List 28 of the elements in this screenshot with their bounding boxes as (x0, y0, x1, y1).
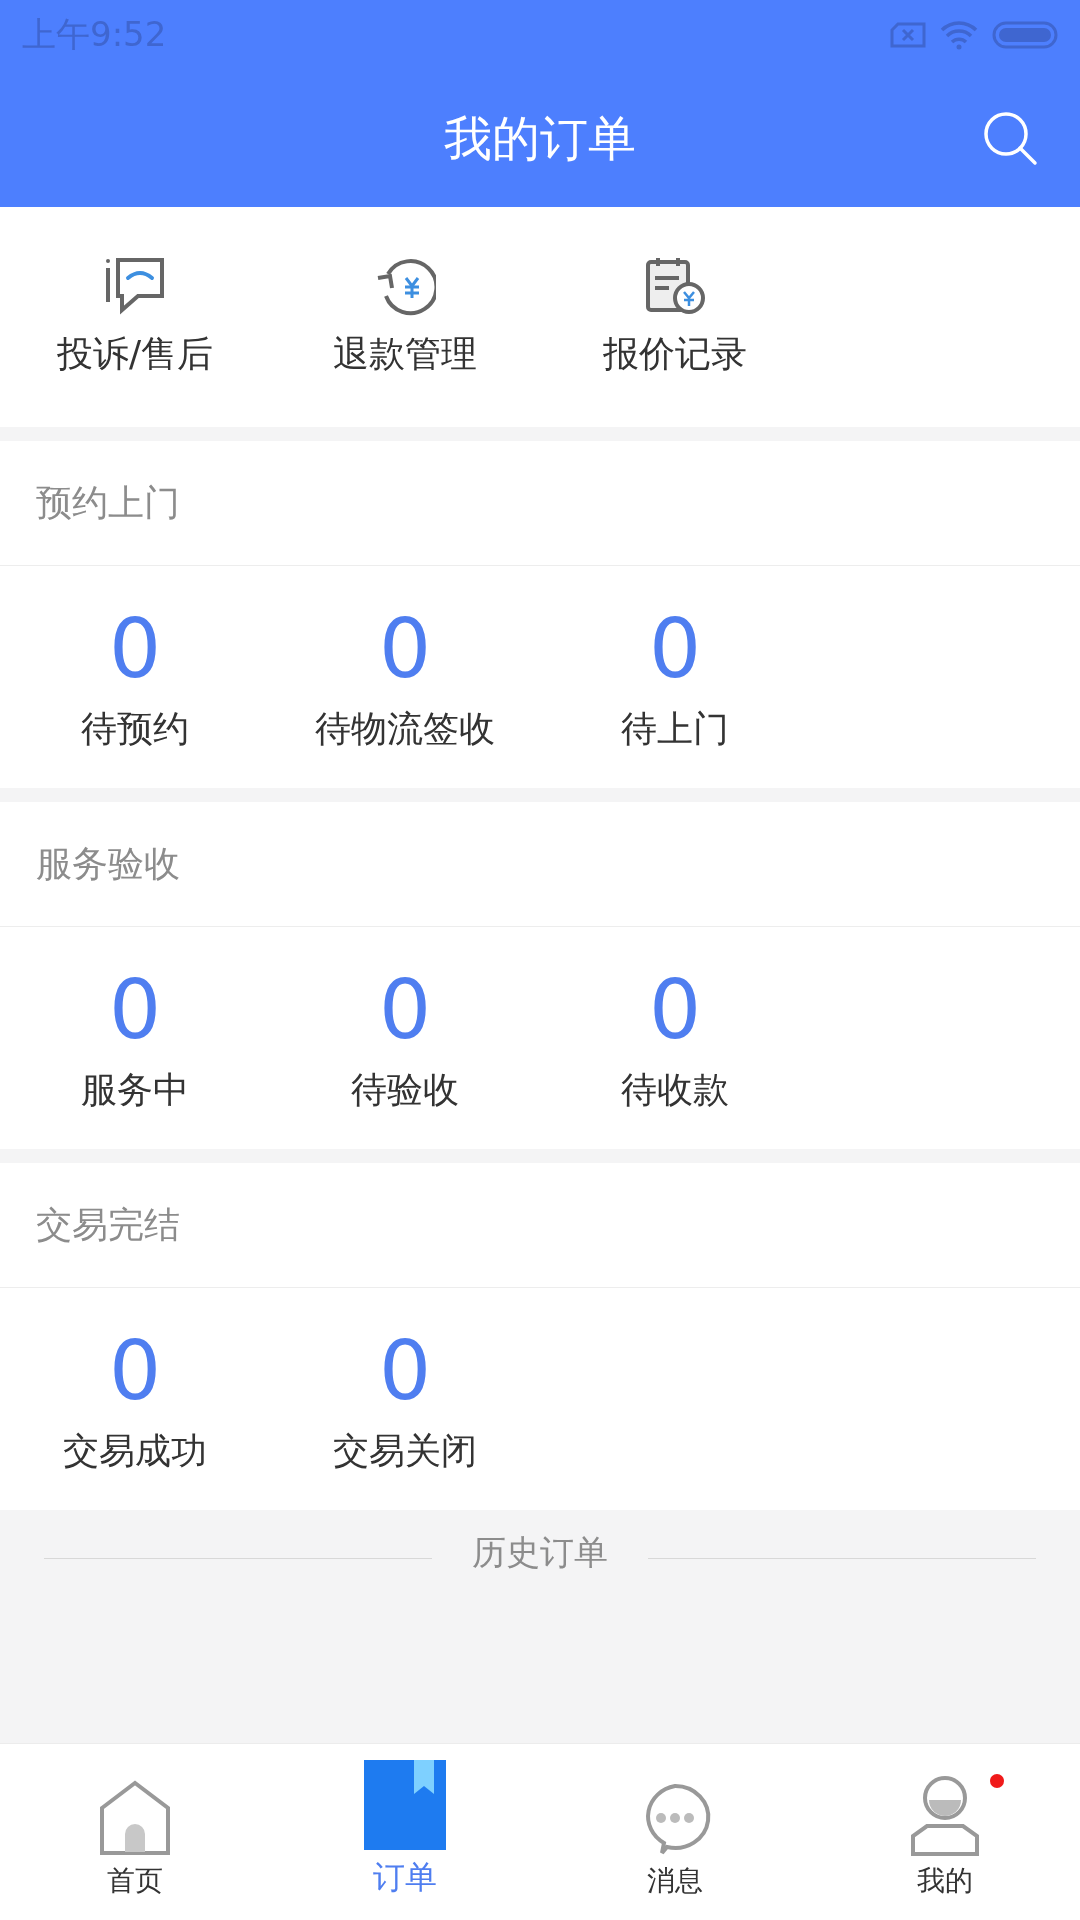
order-status[interactable]: 0 待收款 (540, 961, 810, 1115)
battery-icon (992, 21, 1058, 49)
section-title: 服务验收 (0, 802, 1080, 928)
order-status[interactable]: 0 服务中 (0, 961, 270, 1115)
nav-tab[interactable]: 订单 (270, 1744, 540, 1920)
order-status[interactable]: 0 待物流签收 (270, 600, 540, 754)
order-status[interactable]: 0 待验收 (270, 961, 540, 1115)
nav-tab[interactable]: 我的 (810, 1744, 1080, 1920)
wifi-icon (940, 20, 978, 50)
chat-bubbles-icon (104, 255, 166, 316)
quick-action[interactable]: 投诉/售后 (0, 247, 270, 387)
bookmark-book-icon (364, 1760, 446, 1850)
home-icon (99, 1780, 171, 1856)
order-status[interactable]: 0 交易成功 (0, 1322, 270, 1476)
nav-tab[interactable]: 消息 (540, 1744, 810, 1920)
quick-action[interactable]: 报价记录 (540, 247, 810, 387)
search-icon[interactable] (982, 110, 1038, 166)
order-status[interactable]: 0 交易关闭 (270, 1322, 540, 1476)
section-title: 预约上门 (0, 441, 1080, 567)
user-icon (910, 1774, 980, 1856)
nav-tab[interactable]: 首页 (0, 1744, 270, 1920)
sim-icon (890, 22, 926, 48)
order-status[interactable]: 0 待上门 (540, 600, 810, 754)
quote-record-icon (644, 255, 706, 316)
order-status[interactable]: 0 待预约 (0, 600, 270, 754)
page-title: 我的订单 (444, 108, 636, 168)
section-title: 交易完结 (0, 1163, 1080, 1289)
quick-action[interactable]: 退款管理 (270, 247, 540, 387)
